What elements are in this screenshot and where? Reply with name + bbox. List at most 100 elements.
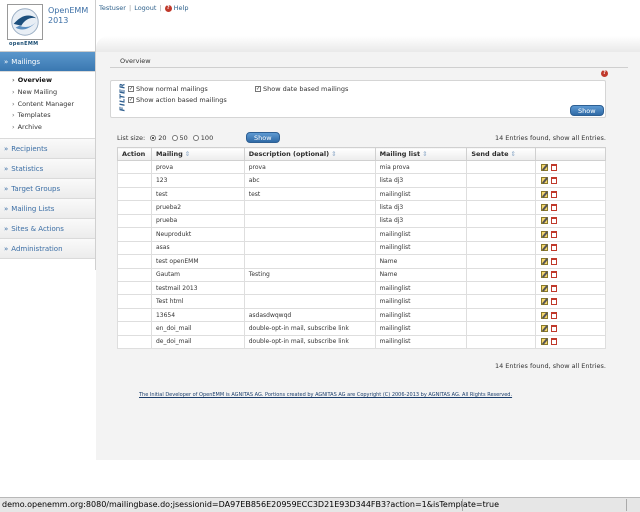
list-size-100-radio[interactable]: 100 (192, 134, 213, 142)
column-header-mailing[interactable]: Mailing ⇕ (150, 147, 245, 161)
list-size-50-radio[interactable]: 50 (171, 134, 188, 142)
entries-found-link[interactable]: 14 Entries found, show all Entries. (495, 362, 606, 370)
cell-mailing[interactable]: prueba (150, 213, 245, 229)
edit-icon[interactable] (541, 284, 549, 292)
cell-mailing[interactable]: asas (150, 240, 245, 256)
cell-mailing[interactable]: en_doi_mail (150, 321, 245, 336)
delete-icon[interactable] (551, 244, 558, 252)
subnav-archive[interactable]: › Archive (12, 122, 95, 134)
sidebar-item-target-groups[interactable]: » Target Groups (0, 178, 95, 199)
edit-icon[interactable] (541, 177, 549, 185)
table-row[interactable]: Gautam Testing Name (117, 267, 606, 282)
subnav-overview[interactable]: › Overview (12, 75, 95, 87)
table-row[interactable]: Test html mailinglist (117, 294, 606, 309)
table-row[interactable]: prueba lista dj3 (117, 213, 606, 229)
table-row[interactable]: prueba2 lista dj3 (117, 200, 606, 215)
sidebar-item-administration[interactable]: » Administration (0, 238, 95, 259)
table-row[interactable]: Neuprodukt mailinglist (117, 227, 606, 242)
delete-icon[interactable] (551, 204, 558, 212)
delete-icon[interactable] (551, 257, 558, 265)
column-header-actions (535, 147, 606, 161)
logout-link[interactable]: Logout (134, 4, 156, 12)
delete-icon[interactable] (551, 271, 558, 279)
cell-mailing[interactable]: Neuprodukt (150, 227, 245, 242)
sort-icon[interactable]: ⇕ (511, 150, 516, 158)
cell-mailing[interactable]: Test html (150, 294, 245, 309)
radio-label: 50 (179, 134, 188, 142)
cell-mailing[interactable]: de_doi_mail (150, 334, 245, 350)
delete-icon[interactable] (551, 190, 558, 198)
sidebar: » Mailings › Overview › New Mailing › Conten… (0, 52, 96, 270)
tab-overview[interactable]: Overview (120, 57, 151, 65)
edit-icon[interactable] (541, 338, 549, 346)
table-row[interactable]: asas mailinglist (117, 240, 606, 256)
table-row[interactable]: test test mailinglist (117, 186, 606, 202)
subnav-new-mailing[interactable]: › New Mailing (12, 87, 95, 99)
cell-mailing[interactable]: testmail 2013 (150, 280, 245, 296)
sort-icon[interactable]: ⇕ (422, 150, 427, 158)
delete-icon[interactable] (551, 338, 558, 346)
sort-icon[interactable]: ⇕ (185, 150, 190, 158)
edit-icon[interactable] (541, 298, 549, 306)
user-link[interactable]: Testuser (99, 4, 126, 12)
table-row[interactable]: en_doi_mail double-opt-in mail, subscribe… (117, 321, 606, 336)
table-row[interactable]: prova prova mia prova (117, 159, 606, 175)
delete-icon[interactable] (551, 311, 558, 319)
sort-icon[interactable]: ⇕ (331, 150, 336, 158)
help-icon[interactable]: ? (164, 4, 172, 12)
subnav-templates[interactable]: › Templates (12, 110, 95, 122)
column-header-description[interactable]: Description (optional) ⇕ (243, 147, 376, 161)
list-size-show-button[interactable]: Show (246, 132, 280, 143)
sidebar-item-recipients[interactable]: » Recipients (0, 138, 95, 159)
edit-icon[interactable] (541, 230, 549, 238)
edit-icon[interactable] (541, 324, 549, 332)
column-header-send-date[interactable]: Send date ⇕ (466, 147, 537, 161)
show-normal-mailings-checkbox[interactable]: ✓ Show normal mailings (128, 85, 208, 93)
footer-copyright-link[interactable]: The Initial Developer of OpenEMM is AGNI… (139, 392, 512, 398)
column-header-mailing-list[interactable]: Mailing list ⇕ (374, 147, 468, 161)
table-row[interactable]: 13654 asdasdwqwqd mailinglist (117, 307, 606, 323)
cell-send-date (466, 213, 537, 229)
table-row[interactable]: testmail 2013 mailinglist (117, 280, 606, 296)
show-date-based-mailings-checkbox[interactable]: ✓ Show date based mailings (255, 85, 348, 93)
edit-icon[interactable] (541, 204, 549, 212)
delete-icon[interactable] (551, 284, 558, 292)
subnav-content-manager[interactable]: › Content Manager (12, 99, 95, 111)
edit-icon[interactable] (541, 271, 549, 279)
edit-icon[interactable] (541, 311, 549, 319)
list-size-20-radio[interactable]: 20 (150, 134, 167, 142)
cell-description (243, 213, 376, 229)
cell-mailing[interactable]: test (150, 186, 245, 202)
edit-icon[interactable] (541, 163, 549, 171)
sidebar-item-sites-actions[interactable]: » Sites & Actions (0, 218, 95, 239)
delete-icon[interactable] (551, 163, 558, 171)
cell-mailing[interactable]: 13654 (150, 307, 245, 323)
table-row[interactable]: de_doi_mail double-opt-in mail, subscribe… (117, 334, 606, 350)
show-action-based-mailings-checkbox[interactable]: ✓ Show action based mailings (128, 96, 227, 104)
cell-description: asdasdwqwqd (243, 307, 376, 323)
sidebar-item-mailing-lists[interactable]: » Mailing Lists (0, 198, 95, 219)
help-icon[interactable]: ? (601, 70, 608, 77)
cell-mailing[interactable]: 123 (150, 173, 245, 188)
delete-icon[interactable] (551, 217, 558, 225)
table-row[interactable]: 123 abc lista dj3 (117, 173, 606, 188)
delete-icon[interactable] (551, 324, 558, 332)
entries-found-link[interactable]: 14 Entries found, show all Entries. (495, 134, 606, 142)
cell-actions (535, 213, 606, 229)
table-row[interactable]: test openEMM Name (117, 254, 606, 269)
delete-icon[interactable] (551, 298, 558, 306)
cell-mailing[interactable]: Gautam (150, 267, 245, 282)
edit-icon[interactable] (541, 190, 549, 198)
delete-icon[interactable] (551, 230, 558, 238)
edit-icon[interactable] (541, 257, 549, 265)
cell-mailing[interactable]: prueba2 (150, 200, 245, 215)
sidebar-item-statistics[interactable]: » Statistics (0, 158, 95, 179)
edit-icon[interactable] (541, 217, 549, 225)
edit-icon[interactable] (541, 244, 549, 252)
cell-mailing[interactable]: test openEMM (150, 254, 245, 269)
help-link[interactable]: Help (174, 4, 189, 12)
cell-mailing[interactable]: prova (150, 159, 245, 175)
sidebar-item-mailings[interactable]: » Mailings (0, 52, 95, 72)
filter-show-button[interactable]: Show (570, 105, 604, 116)
delete-icon[interactable] (551, 177, 558, 185)
